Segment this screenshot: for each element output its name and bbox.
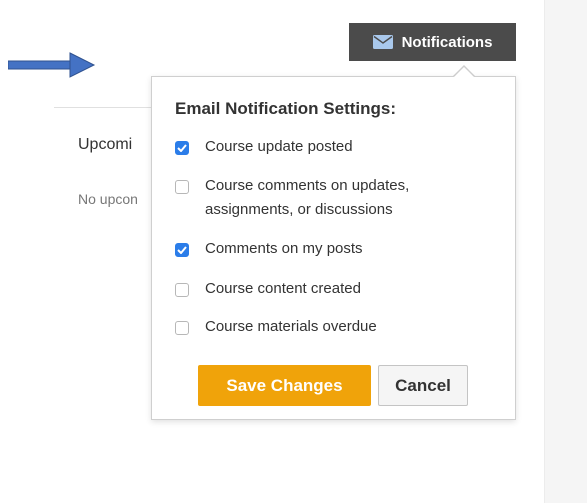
checkbox-course-content-created[interactable] [175, 283, 189, 297]
option-course-comments[interactable]: Course comments on updates, assignments,… [175, 177, 475, 222]
notifications-button[interactable]: Notifications [349, 23, 516, 61]
option-course-content-created[interactable]: Course content created [175, 280, 475, 301]
option-label: Course update posted [205, 138, 353, 155]
checkbox-comments-on-my-posts[interactable] [175, 243, 189, 257]
option-course-materials-overdue[interactable]: Course materials overdue [175, 318, 475, 339]
right-panel [544, 0, 587, 503]
checkmark-icon [177, 246, 187, 254]
option-comments-on-my-posts[interactable]: Comments on my posts [175, 240, 475, 261]
cancel-button[interactable]: Cancel [378, 365, 468, 406]
popover-caret-fill [454, 67, 474, 77]
upcoming-section-title: Upcomi [78, 136, 133, 153]
checkmark-icon [177, 144, 187, 152]
option-label: Course comments on updates, assignments,… [205, 177, 410, 218]
notification-settings-popover: Email Notification Settings: Course upda… [151, 76, 516, 420]
arrow-right-icon [7, 52, 96, 83]
option-label: Comments on my posts [205, 240, 363, 257]
popover-title: Email Notification Settings: [175, 99, 397, 118]
checkbox-course-materials-overdue[interactable] [175, 321, 189, 335]
option-course-update-posted[interactable]: Course update posted [175, 138, 475, 159]
section-divider [54, 107, 154, 108]
notifications-label: Notifications [401, 33, 493, 51]
option-label: Course content created [205, 280, 361, 297]
upcoming-empty-text: No upcon [78, 191, 138, 207]
checkbox-course-update-posted[interactable] [175, 141, 189, 155]
mail-icon [372, 35, 393, 49]
option-label: Course materials overdue [205, 318, 377, 335]
checkbox-course-comments[interactable] [175, 180, 189, 194]
save-changes-button[interactable]: Save Changes [198, 365, 371, 406]
